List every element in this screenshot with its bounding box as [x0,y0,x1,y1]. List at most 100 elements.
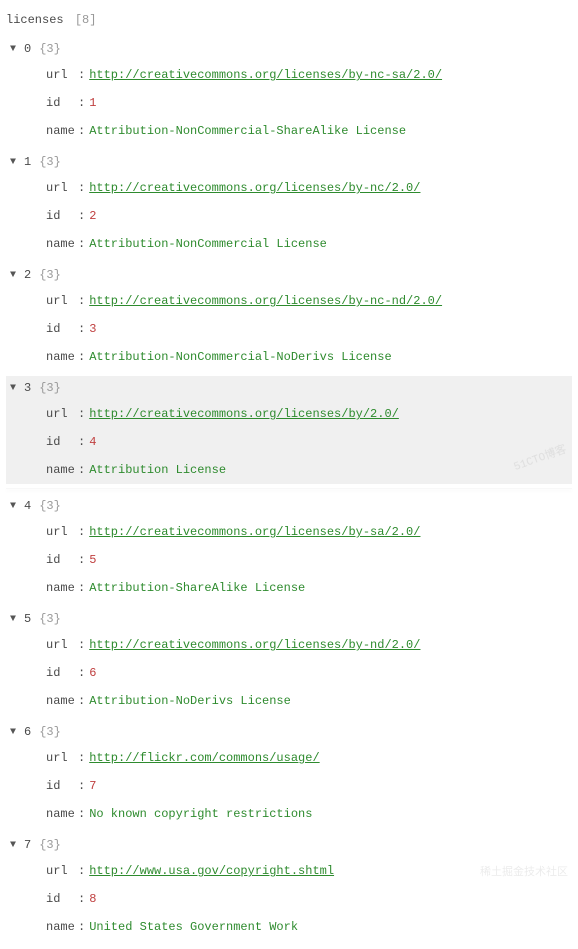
id-line: id: 5 [6,546,572,574]
collapse-toggle-icon[interactable]: ▼ [10,155,16,170]
item-header[interactable]: ▼5{3} [6,607,572,631]
id-value: 1 [89,94,96,112]
array-item-6: ▼6{3}url: http://flickr.com/commons/usag… [6,720,572,828]
root-count: [8] [75,13,97,27]
colon: : [78,292,85,310]
url-line: url: http://creativecommons.org/licenses… [6,631,572,659]
id-key: id [46,890,78,908]
url-key: url [46,179,78,197]
id-key: id [46,207,78,225]
name-value: Attribution-NonCommercial-ShareAlike Lic… [89,122,406,140]
item-prop-count: {3} [39,379,61,397]
id-value: 6 [89,664,96,682]
id-key: id [46,433,78,451]
id-key: id [46,551,78,569]
colon: : [78,579,85,597]
name-key: name [46,692,78,710]
colon: : [78,320,85,338]
url-key: url [46,862,78,880]
id-key: id [46,94,78,112]
item-header[interactable]: ▼7{3} [6,833,572,857]
name-value: Attribution-NonCommercial-NoDerivs Licen… [89,348,391,366]
name-line: name: Attribution-NoDerivs License [6,687,572,715]
item-prop-count: {3} [39,266,61,284]
url-value[interactable]: http://creativecommons.org/licenses/by/2… [89,405,399,423]
collapse-toggle-icon[interactable]: ▼ [10,725,16,740]
name-line: name: Attribution-NonCommercial-ShareAli… [6,117,572,145]
item-prop-count: {3} [39,153,61,171]
url-key: url [46,636,78,654]
collapse-toggle-icon[interactable]: ▼ [10,381,16,396]
colon: : [78,405,85,423]
colon: : [78,66,85,84]
item-index: 6 [24,723,31,741]
id-line: id: 6 [6,659,572,687]
array-item-4: ▼4{3}url: http://creativecommons.org/lic… [6,494,572,602]
collapse-toggle-icon[interactable]: ▼ [10,42,16,57]
url-value[interactable]: http://creativecommons.org/licenses/by-n… [89,66,442,84]
id-key: id [46,777,78,795]
collapse-toggle-icon[interactable]: ▼ [10,499,16,514]
url-key: url [46,405,78,423]
item-index: 1 [24,153,31,171]
url-value[interactable]: http://flickr.com/commons/usage/ [89,749,319,767]
item-index: 0 [24,40,31,58]
colon: : [78,523,85,541]
name-key: name [46,579,78,597]
name-line: name: Attribution License [6,456,572,484]
id-value: 2 [89,207,96,225]
id-line: id: 2 [6,202,572,230]
url-line: url: http://flickr.com/commons/usage/ [6,744,572,772]
url-value[interactable]: http://www.usa.gov/copyright.shtml [89,862,334,880]
name-key: name [46,918,78,936]
id-value: 4 [89,433,96,451]
name-line: name: Attribution-NonCommercial License [6,230,572,258]
name-key: name [46,348,78,366]
url-value[interactable]: http://creativecommons.org/licenses/by-s… [89,523,420,541]
array-item-3: ▼3{3} url: http://creativecommons.org/lic… [6,376,572,484]
item-header[interactable]: ▼0{3} [6,37,572,61]
colon: : [78,636,85,654]
collapse-toggle-icon[interactable]: ▼ [10,838,16,853]
root-key: licenses [6,13,64,27]
colon: : [78,862,85,880]
item-header[interactable]: ▼2{3} [6,263,572,287]
colon: : [78,551,85,569]
colon: : [78,777,85,795]
colon: : [78,179,85,197]
array-item-1: ▼ 1 {3} url: http://creativecommons.org/lic… [6,150,572,258]
name-value: Attribution License [89,461,226,479]
item-header[interactable]: ▼6{3} [6,720,572,744]
colon: : [78,918,85,936]
item-header[interactable]: ▼ 1 {3} [6,150,572,174]
name-line: name: Attribution-NonCommercial-NoDerivs… [6,343,572,371]
colon: : [78,692,85,710]
item-header[interactable]: ▼4{3} [6,494,572,518]
name-value: United States Government Work [89,918,298,936]
name-value: Attribution-ShareAlike License [89,579,305,597]
colon: : [78,664,85,682]
url-key: url [46,523,78,541]
name-value: Attribution-NonCommercial License [89,235,327,253]
name-value: No known copyright restrictions [89,805,312,823]
id-key: id [46,320,78,338]
id-value: 5 [89,551,96,569]
url-line: url: http://creativecommons.org/licenses… [6,61,572,89]
array-item-5: ▼5{3}url: http://creativecommons.org/lic… [6,607,572,715]
url-value[interactable]: http://creativecommons.org/licenses/by-n… [89,292,442,310]
url-value[interactable]: http://creativecommons.org/licenses/by-n… [89,636,420,654]
array-item-7: ▼7{3}url: http://www.usa.gov/copyright.s… [6,833,572,941]
name-value: Attribution-NoDerivs License [89,692,291,710]
collapse-toggle-icon[interactable]: ▼ [10,612,16,627]
url-value[interactable]: http://creativecommons.org/licenses/by-n… [89,179,420,197]
url-line: url: http://creativecommons.org/licenses… [6,518,572,546]
colon: : [78,805,85,823]
name-key: name [46,805,78,823]
colon: : [78,122,85,140]
item-index: 7 [24,836,31,854]
collapse-toggle-icon[interactable]: ▼ [10,268,16,283]
colon: : [78,461,85,479]
item-header[interactable]: ▼3{3} [6,376,572,400]
colon: : [78,235,85,253]
id-line: id: 8 [6,885,572,913]
